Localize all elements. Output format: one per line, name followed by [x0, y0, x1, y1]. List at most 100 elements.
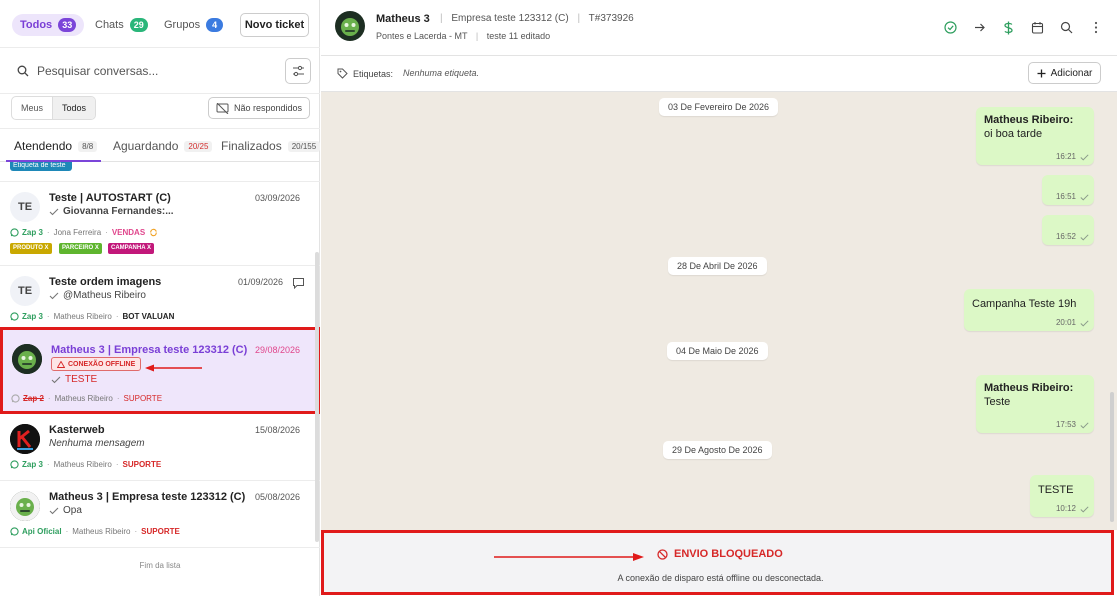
whatsapp-icon [10, 460, 19, 469]
tab-finalizados[interactable]: Finalizados 20/155 [221, 139, 321, 153]
comment-icon[interactable] [292, 277, 305, 289]
robot-avatar [12, 344, 42, 374]
blocked-title-group: ENVIO BLOQUEADO [657, 548, 783, 560]
list-scrollbar[interactable] [315, 252, 319, 542]
end-of-list: Fim da lista [139, 561, 181, 570]
chat-scrollbar[interactable] [1110, 392, 1114, 522]
contact-name[interactable]: Matheus 3 [376, 13, 430, 25]
sync-icon [149, 228, 158, 237]
chat-header: Matheus 3 | Empresa teste 123312 (C) | T… [321, 0, 1117, 56]
more-vertical-icon[interactable] [1088, 20, 1103, 35]
queue-name: BOT VALUAN [122, 312, 175, 321]
ticket-card[interactable]: TE Teste | AUTOSTART (C) 03/09/2026 Giov… [0, 182, 320, 266]
ticket-date: 29/08/2026 [255, 345, 301, 355]
send-blocked-banner: ENVIO BLOQUEADO A conexão de disparo est… [321, 530, 1114, 595]
ticket-card-selected[interactable]: Matheus 3 | Empresa teste 123312 (C) 29/… [0, 327, 320, 414]
check-icon [1080, 320, 1089, 327]
queue-name: SUPORTE [141, 527, 180, 536]
ticket-card[interactable]: Kasterweb 15/08/2026 Nenhuma mensagem Za… [0, 414, 320, 481]
last-message-text: Giovanna Fernandes:... [63, 206, 174, 217]
message-time: 20:01 [1055, 318, 1076, 327]
filter-todos-count: 33 [58, 18, 77, 32]
agent-name: Jona Ferreira [53, 228, 102, 237]
dollar-icon[interactable] [1001, 20, 1016, 35]
filter-grupos[interactable]: Grupos 4 [164, 14, 224, 36]
check-icon [1080, 154, 1089, 161]
search-row [0, 48, 320, 94]
ticket-list[interactable]: Etiqueta de teste TE Teste | AUTOSTART (… [0, 162, 320, 596]
message-area[interactable]: 03 De Fevereiro De 2026 Matheus Ribeiro:… [321, 92, 1117, 530]
ticket-name: Teste ordem imagens [49, 276, 162, 288]
message-time: 16:52 [1055, 232, 1076, 241]
annotation-arrow [145, 364, 203, 372]
message-bubble[interactable]: Matheus Ribeiro: Teste 17:53 [976, 375, 1094, 433]
filter-grupos-count: 4 [206, 18, 224, 32]
tab-atendendo-count: 8/8 [78, 140, 98, 152]
contact-note: teste 11 editado [486, 31, 551, 41]
partial-card[interactable] [0, 162, 320, 182]
ticket-last-message: TESTE [51, 374, 97, 385]
ticket-date: 15/08/2026 [255, 425, 301, 435]
ticket-list-panel: Todos 33 Chats 29 Grupos 4 Novo ticket M… [0, 0, 321, 596]
tab-aguardando[interactable]: Aguardando 20/25 [113, 139, 213, 153]
message-sender: Matheus Ribeiro: [984, 382, 1074, 394]
tag-icon [337, 68, 348, 79]
ticket-last-message: Opa [49, 505, 82, 516]
ticket-name: Kasterweb [49, 424, 105, 436]
message-bubble[interactable]: Matheus Ribeiro: oi boa tarde 16:21 [976, 107, 1094, 165]
message-bubble[interactable]: 16:52 [1042, 215, 1094, 245]
status-tabs: Atendendo 8/8 Aguardando 20/25 Finalizad… [0, 128, 321, 162]
separator-dot: · [46, 460, 50, 469]
separator-dot: · [46, 312, 50, 321]
message-sender: Matheus Ribeiro: [984, 114, 1074, 126]
ticket-name: Matheus 3 | Empresa teste 123312 (C) [51, 344, 248, 356]
new-ticket-button[interactable]: Novo ticket [240, 13, 309, 37]
filter-chats-label: Chats [95, 19, 124, 31]
ticket-meta: Zap 2 · Matheus Ribeiro · SUPORTE [11, 394, 162, 403]
message-bubble[interactable]: TESTE 10:12 [1030, 475, 1094, 517]
calendar-icon[interactable] [1030, 20, 1045, 35]
message-bubble[interactable]: 16:51 [1042, 175, 1094, 205]
queue-name: SUPORTE [122, 460, 162, 469]
separator-dot: · [46, 228, 50, 237]
connection-name: Zap 3 [22, 460, 43, 469]
last-message-text: @Matheus Ribeiro [63, 290, 146, 301]
tags-bar: Etiquetas: Nenhuma etiqueta. Adicionar [321, 56, 1117, 92]
kasterweb-avatar [10, 424, 40, 454]
contact-company-line: | Empresa teste 123312 (C) | T#373926 [440, 13, 634, 24]
tag-parceiro: PARCEIRO X [59, 243, 102, 254]
separator-dot: · [65, 527, 69, 536]
ticket-card[interactable]: Matheus 3 | Empresa teste 123312 (C) 05/… [0, 481, 320, 548]
filter-todos[interactable]: Todos 33 [12, 14, 85, 36]
unanswered-filter-button[interactable]: Não respondidos [208, 97, 310, 119]
whatsapp-icon [10, 312, 19, 321]
message-bubble[interactable]: Campanha Teste 19h 20:01 [964, 289, 1094, 331]
resolve-check-icon[interactable] [943, 20, 958, 35]
advanced-filter-button[interactable] [285, 58, 311, 84]
separator: | [577, 13, 581, 24]
ticket-name: Teste | AUTOSTART (C) [49, 192, 171, 204]
contact-company: Empresa teste 123312 (C) [451, 13, 569, 24]
add-tag-button[interactable]: Adicionar [1028, 62, 1101, 84]
search-icon [17, 65, 29, 77]
search-input[interactable] [37, 62, 267, 80]
separator: | [475, 31, 479, 41]
ticket-date: 03/09/2026 [255, 193, 301, 203]
view-mine-button[interactable]: Meus [12, 97, 52, 119]
ticket-card[interactable]: TE Teste ordem imagens 01/09/2026 @Mathe… [0, 266, 320, 328]
message-time: 16:21 [1055, 152, 1076, 161]
separator-dot: · [105, 228, 108, 237]
filter-chats-count: 29 [129, 18, 148, 32]
tab-atendendo[interactable]: Atendendo 8/8 [14, 139, 98, 153]
check-icon [49, 507, 59, 515]
contact-avatar[interactable] [335, 11, 365, 41]
ticket-meta: Zap 3 · Jona Ferreira · VENDAS [10, 228, 158, 237]
search-icon[interactable] [1059, 20, 1074, 35]
transfer-arrow-icon[interactable] [972, 20, 987, 35]
connection-name: Api Oficial [22, 527, 62, 536]
date-separator: 28 De Abril De 2026 [668, 257, 767, 275]
filter-chats[interactable]: Chats 29 [95, 14, 148, 36]
whatsapp-icon [11, 394, 20, 403]
view-all-button[interactable]: Todos [52, 97, 96, 119]
message-time: 16:51 [1055, 192, 1076, 201]
